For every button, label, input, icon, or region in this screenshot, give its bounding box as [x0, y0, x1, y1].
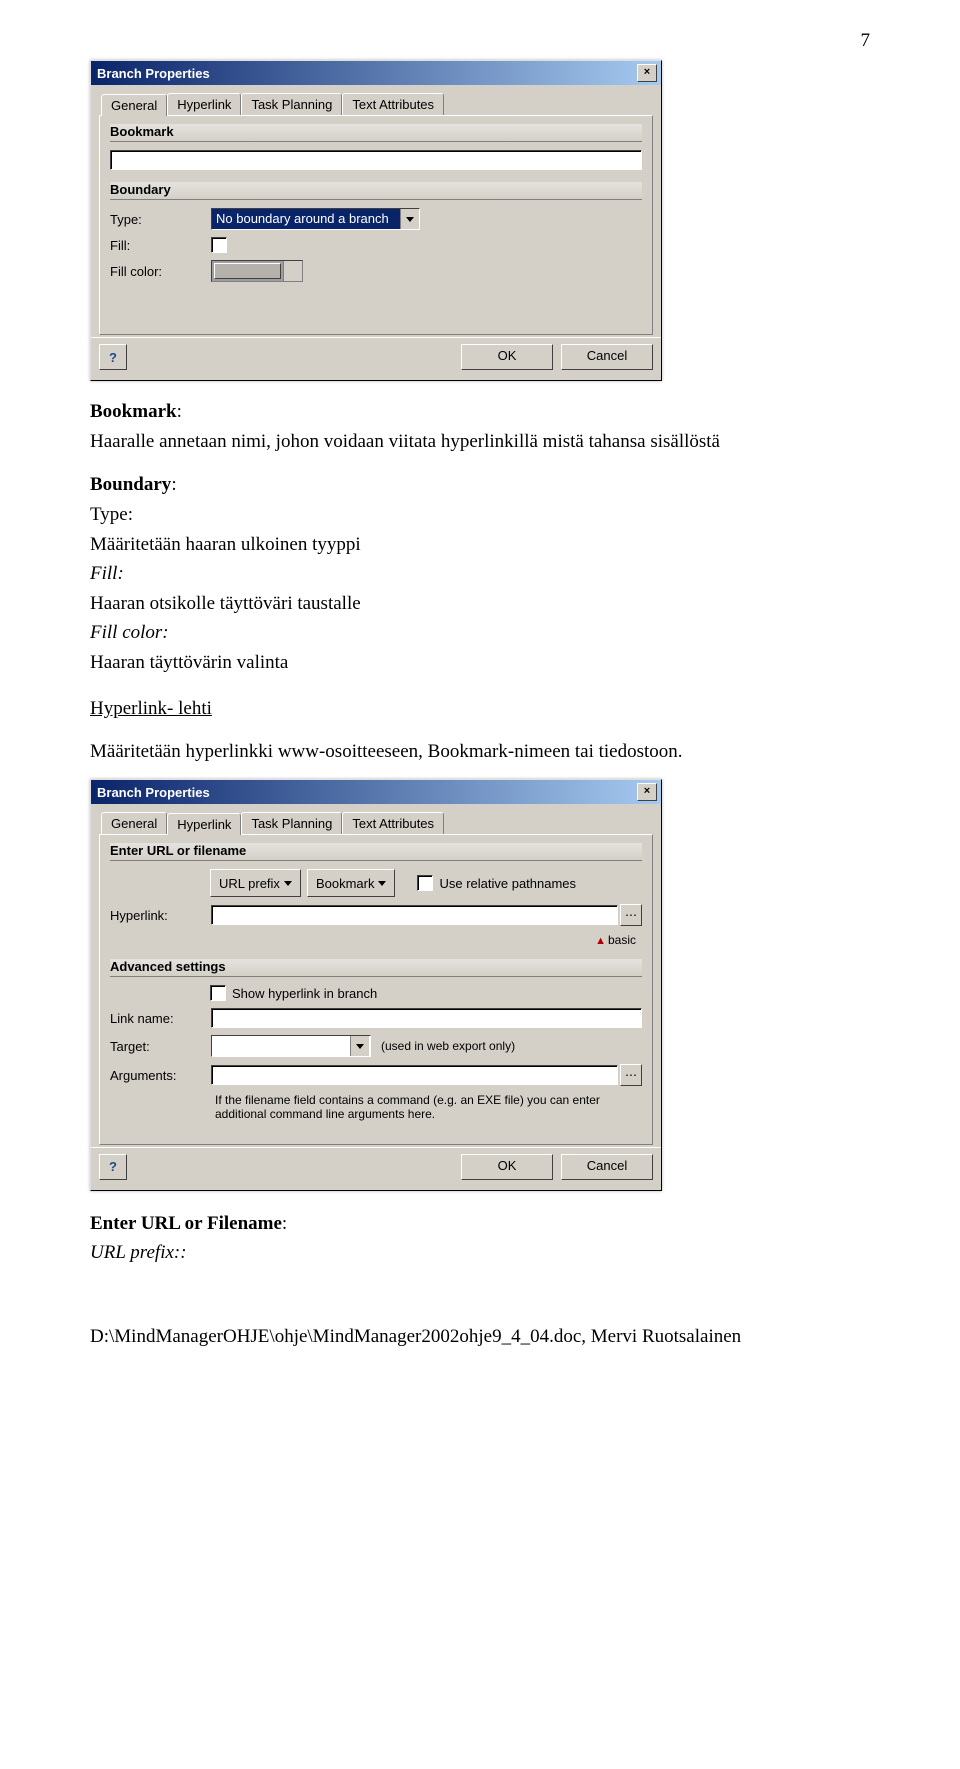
ok-button[interactable]: OK	[461, 344, 553, 370]
dialog-titlebar[interactable]: Branch Properties ×	[91, 780, 661, 804]
fillcolor-line: Fill color:	[90, 620, 870, 646]
target-hint: (used in web export only)	[381, 1039, 515, 1053]
boundary-type-desc: Määritetään haaran ulkoinen tyyppi	[90, 532, 870, 558]
target-value	[212, 1036, 350, 1056]
bookmark-input[interactable]	[110, 150, 642, 170]
ok-button[interactable]: OK	[461, 1154, 553, 1180]
linkname-label: Link name:	[110, 1011, 205, 1026]
advanced-group: Advanced settings Show hyperlink in bran…	[110, 959, 642, 1122]
footer-path: D:\MindManagerOHJE\ohje\MindManager2002o…	[90, 1326, 870, 1348]
hyperlink-input[interactable]	[211, 905, 618, 925]
fill-desc: Haaran otsikolle täyttöväri taustalle	[90, 591, 870, 617]
branch-properties-dialog-hyperlink: Branch Properties × General Hyperlink Ta…	[90, 779, 662, 1191]
target-select[interactable]	[211, 1035, 371, 1057]
bookmark-heading: Bookmark	[90, 401, 177, 422]
fill-label: Fill:	[110, 238, 205, 253]
fill-color-picker[interactable]	[211, 260, 303, 282]
enter-url-title: Enter URL or filename	[110, 843, 642, 861]
fillcolor-desc: Haaran täyttövärin valinta	[90, 650, 870, 676]
target-label: Target:	[110, 1039, 205, 1054]
basic-toggle[interactable]: ▲basic	[110, 933, 642, 947]
bookmark-group-title: Bookmark	[110, 124, 642, 142]
boundary-heading: Boundary	[90, 474, 171, 495]
enter-url-group: Enter URL or filename URL prefix Bookmar…	[110, 843, 642, 947]
help-icon[interactable]: ?	[99, 1154, 127, 1180]
tab-text-attributes[interactable]: Text Attributes	[342, 812, 444, 834]
hyperlink-tab-desc: Määritetään hyperlinkki www-osoitteeseen…	[90, 739, 870, 765]
url-prefix-button[interactable]: URL prefix	[210, 869, 301, 897]
page-number: 7	[90, 30, 870, 52]
enter-url-heading: Enter URL or Filename	[90, 1213, 282, 1234]
hyperlink-tab-heading: Hyperlink- lehti	[90, 698, 212, 719]
tab-task-planning[interactable]: Task Planning	[241, 812, 342, 834]
arguments-hint: If the filename field contains a command…	[215, 1093, 615, 1122]
close-icon[interactable]: ×	[637, 783, 657, 801]
cancel-button[interactable]: Cancel	[561, 1154, 653, 1180]
dialog-title: Branch Properties	[97, 785, 210, 800]
chevron-down-icon[interactable]	[400, 209, 419, 229]
arguments-input[interactable]	[211, 1065, 618, 1085]
advanced-title: Advanced settings	[110, 959, 642, 977]
bookmark-group: Bookmark	[110, 124, 642, 170]
help-icon[interactable]: ?	[99, 344, 127, 370]
tab-general[interactable]: General	[101, 812, 167, 834]
type-label: Type:	[110, 212, 205, 227]
use-relative-checkbox[interactable]	[417, 875, 433, 891]
hyperlink-label: Hyperlink:	[110, 908, 205, 923]
tab-text-attributes[interactable]: Text Attributes	[342, 93, 444, 115]
close-icon[interactable]: ×	[637, 64, 657, 82]
bookmark-desc: Haaralle annetaan nimi, johon voidaan vi…	[90, 429, 870, 455]
use-relative-label: Use relative pathnames	[439, 876, 576, 891]
show-hyperlink-checkbox[interactable]	[210, 985, 226, 1001]
fillcolor-label: Fill color:	[110, 264, 205, 279]
boundary-type-select[interactable]: No boundary around a branch	[211, 208, 420, 230]
tab-hyperlink[interactable]: Hyperlink	[167, 93, 241, 115]
dialog-title: Branch Properties	[97, 66, 210, 81]
cancel-button[interactable]: Cancel	[561, 344, 653, 370]
tab-task-planning[interactable]: Task Planning	[241, 93, 342, 115]
url-prefix-line: URL prefix::	[90, 1240, 870, 1266]
boundary-type-value: No boundary around a branch	[212, 209, 400, 229]
fill-line: Fill:	[90, 561, 870, 587]
tab-hyperlink[interactable]: Hyperlink	[167, 813, 241, 835]
arguments-label: Arguments:	[110, 1068, 205, 1083]
linkname-input[interactable]	[211, 1008, 642, 1028]
tab-strip: General Hyperlink Task Planning Text Att…	[99, 812, 653, 834]
fill-checkbox[interactable]	[211, 237, 227, 253]
boundary-group: Boundary Type: No boundary around a bran…	[110, 182, 642, 282]
boundary-type-line: Type:	[90, 502, 870, 528]
bookmark-button[interactable]: Bookmark	[307, 869, 396, 897]
boundary-group-title: Boundary	[110, 182, 642, 200]
tab-general[interactable]: General	[101, 94, 167, 116]
dialog-titlebar[interactable]: Branch Properties ×	[91, 61, 661, 85]
show-hyperlink-label: Show hyperlink in branch	[232, 986, 377, 1001]
branch-properties-dialog-general: Branch Properties × General Hyperlink Ta…	[90, 60, 662, 381]
chevron-down-icon[interactable]	[350, 1036, 369, 1056]
browse-icon[interactable]: ⋯	[620, 904, 642, 926]
browse-icon[interactable]: ⋯	[620, 1064, 642, 1086]
tab-strip: General Hyperlink Task Planning Text Att…	[99, 93, 653, 115]
